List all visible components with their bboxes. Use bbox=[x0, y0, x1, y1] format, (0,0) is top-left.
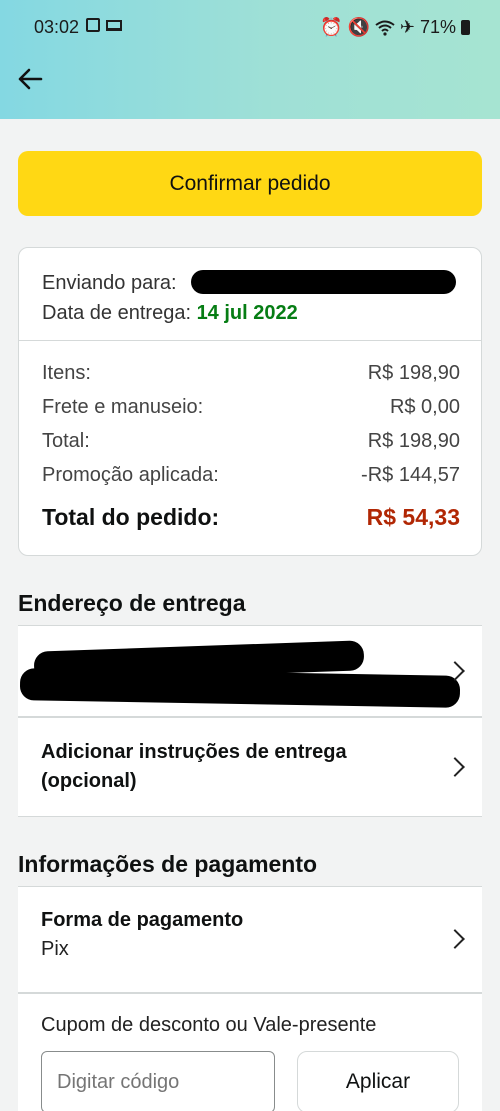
coupon-card: Cupom de desconto ou Vale-presente Aplic… bbox=[18, 993, 482, 1111]
delivery-instructions-card[interactable]: Adicionar instruções de entrega (opciona… bbox=[18, 717, 482, 817]
delivery-address-heading: Endereço de entrega bbox=[18, 590, 246, 616]
row-value: R$ 198,90 bbox=[367, 362, 460, 384]
shipping-to-label: Enviando para: bbox=[42, 272, 177, 294]
chevron-right-icon bbox=[445, 929, 465, 949]
payment-method-card[interactable]: Forma de pagamento Pix bbox=[18, 886, 482, 993]
row-label: Promoção aplicada: bbox=[42, 464, 219, 486]
summary-row: Frete e manuseio: R$ 0,00 bbox=[42, 396, 460, 419]
confirm-order-button[interactable]: Confirmar pedido bbox=[18, 151, 482, 216]
delivery-instructions-title: Adicionar instruções de entrega (opciona… bbox=[41, 741, 347, 792]
row-value: -R$ 144,57 bbox=[361, 464, 460, 486]
row-value: R$ 198,90 bbox=[367, 430, 460, 452]
mute-icon: 🔇 bbox=[347, 17, 370, 37]
coupon-label: Cupom de desconto ou Vale-presente bbox=[41, 1014, 377, 1036]
gallery-icon bbox=[86, 18, 100, 32]
order-summary-card: Enviando para: Data de entrega: 14 jul 2… bbox=[18, 247, 482, 556]
alarm-icon: ⏰ bbox=[320, 17, 343, 37]
app-header: 03:02 ⏰ 🔇 ✈ 71% bbox=[0, 0, 500, 119]
payment-method-value: Pix bbox=[41, 938, 69, 960]
order-total-label: Total do pedido: bbox=[42, 504, 220, 530]
summary-row: Promoção aplicada: -R$ 144,57 bbox=[42, 464, 460, 487]
summary-row: Itens: R$ 198,90 bbox=[42, 362, 460, 385]
airplane-icon: ✈ bbox=[399, 17, 415, 37]
delivery-date-line: Data de entrega: 14 jul 2022 bbox=[42, 298, 298, 328]
redacted-address bbox=[19, 668, 461, 708]
payment-method-title: Forma de pagamento bbox=[41, 909, 244, 931]
row-label: Total: bbox=[42, 430, 90, 452]
row-label: Itens: bbox=[42, 362, 91, 384]
wifi-icon bbox=[375, 20, 395, 36]
status-time: 03:02 bbox=[34, 17, 80, 37]
status-bar: 03:02 ⏰ 🔇 ✈ 71% bbox=[0, 0, 500, 56]
status-right: ⏰ 🔇 ✈ 71% bbox=[320, 17, 470, 38]
delivery-date: 14 jul 2022 bbox=[196, 302, 298, 324]
delivery-date-label: Data de entrega: bbox=[42, 302, 191, 324]
apply-coupon-button[interactable]: Aplicar bbox=[297, 1051, 459, 1111]
row-label: Frete e manuseio: bbox=[42, 396, 204, 418]
payment-info-heading: Informações de pagamento bbox=[18, 851, 318, 877]
row-value: R$ 0,00 bbox=[389, 396, 460, 418]
order-total-value: R$ 54,33 bbox=[366, 504, 460, 530]
status-left-icons bbox=[86, 18, 122, 32]
redacted-recipient bbox=[191, 270, 456, 294]
delivery-address-card[interactable] bbox=[18, 625, 482, 717]
summary-divider bbox=[19, 340, 481, 341]
battery-icon bbox=[461, 20, 470, 35]
chevron-right-icon bbox=[445, 757, 465, 777]
arrow-left-icon[interactable] bbox=[16, 65, 44, 93]
laptop-icon bbox=[106, 20, 122, 31]
summary-row: Total: R$ 198,90 bbox=[42, 430, 460, 453]
order-total-row: Total do pedido: R$ 54,33 bbox=[42, 504, 460, 531]
coupon-code-input[interactable] bbox=[41, 1051, 275, 1111]
battery-percent: 71% bbox=[419, 17, 456, 37]
